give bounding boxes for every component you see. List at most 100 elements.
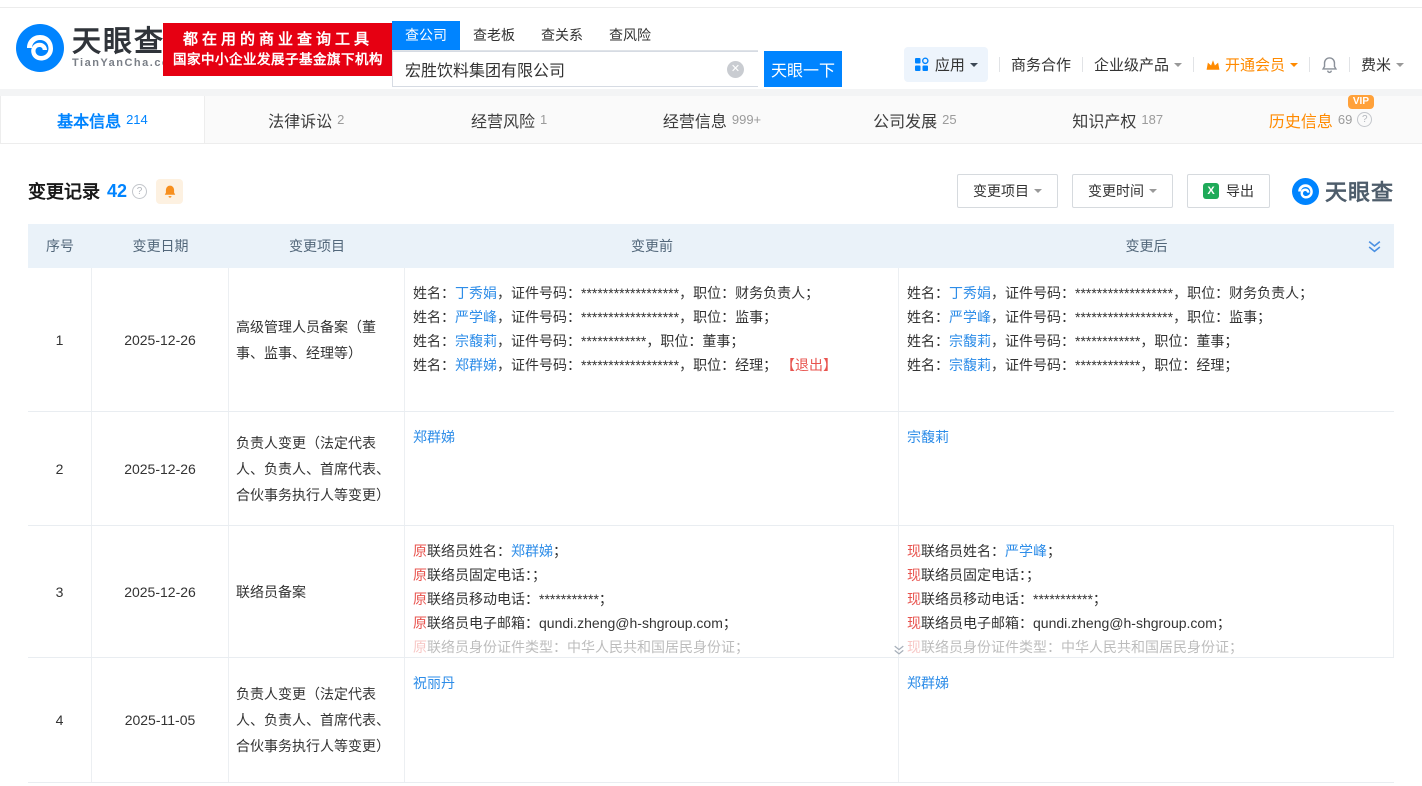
person-link[interactable]: 宗馥莉 bbox=[907, 429, 949, 445]
search-input[interactable] bbox=[392, 51, 758, 87]
tab-label: 经营风险 bbox=[471, 108, 535, 132]
user-name: 费米 bbox=[1361, 54, 1391, 75]
person-link[interactable]: 严学峰 bbox=[1005, 543, 1047, 559]
tianyancha-logo-icon bbox=[16, 24, 64, 72]
change-line: 郑群娣 bbox=[907, 671, 1366, 695]
table-body: 12025-12-26高级管理人员备案（董事、监事、经理等）姓名：丁秀娟，证件号… bbox=[28, 268, 1394, 783]
change-text: 姓名： bbox=[907, 309, 949, 325]
red-accent-text: 原 bbox=[413, 543, 427, 559]
watermark-logo: 天眼查 bbox=[1292, 175, 1394, 207]
watermark-text: 天眼查 bbox=[1325, 175, 1394, 207]
bell-icon bbox=[163, 184, 177, 199]
divider bbox=[999, 57, 1000, 72]
cell-change-item: 联络员备案 bbox=[229, 526, 405, 657]
search-tab-boss[interactable]: 查老板 bbox=[460, 21, 528, 50]
change-text: 姓名： bbox=[907, 357, 949, 373]
cell-after: 现联络员姓名：严学峰；现联络员固定电话：；现联络员移动电话：**********… bbox=[899, 526, 1394, 657]
person-link[interactable]: 郑群娣 bbox=[413, 429, 455, 445]
tab-company-development[interactable]: 公司发展 25 bbox=[813, 96, 1016, 143]
person-link[interactable]: 郑群娣 bbox=[907, 675, 949, 691]
search-tabs: 查公司 查老板 查关系 查风险 bbox=[392, 21, 758, 51]
person-link[interactable]: 宗馥莉 bbox=[455, 333, 497, 349]
cell-before: 祝丽丹 bbox=[405, 658, 899, 782]
apps-button[interactable]: 应用 bbox=[904, 47, 988, 82]
search-tab-company[interactable]: 查公司 bbox=[392, 21, 460, 50]
expand-row-icon[interactable] bbox=[893, 644, 906, 656]
site-logo[interactable]: 天眼查 TianYanCha.com bbox=[16, 24, 181, 72]
change-line: 姓名：郑群娣，证件号码：******************，职位：经理； 【退… bbox=[413, 353, 870, 377]
person-link[interactable]: 郑群娣 bbox=[455, 357, 497, 373]
table-row: 32025-12-26联络员备案原联络员姓名：郑群娣；原联络员固定电话：；原联络… bbox=[28, 526, 1394, 658]
tab-intellectual-property[interactable]: 知识产权 187 bbox=[1016, 96, 1219, 143]
person-link[interactable]: 丁秀娟 bbox=[949, 285, 991, 301]
promo-banner: 都在用的商业查询工具 国家中小企业发展子基金旗下机构 bbox=[163, 23, 393, 76]
clear-icon[interactable]: ✕ bbox=[727, 61, 744, 78]
cell-change-item: 负责人变更（法定代表人、负责人、首席代表、合伙事务执行人等变更） bbox=[229, 658, 405, 782]
search-tab-risk[interactable]: 查风险 bbox=[596, 21, 664, 50]
divider bbox=[1309, 57, 1310, 72]
person-link[interactable]: 宗馥莉 bbox=[949, 357, 991, 373]
table-row: 22025-12-26负责人变更（法定代表人、负责人、首席代表、合伙事务执行人等… bbox=[28, 412, 1394, 526]
excel-icon: X bbox=[1203, 183, 1219, 199]
help-icon[interactable]: ? bbox=[132, 184, 147, 199]
change-line: 现联络员固定电话：； bbox=[907, 563, 1365, 587]
cell-after: 姓名：丁秀娟，证件号码：******************，职位：财务负责人；… bbox=[899, 268, 1394, 411]
bell-icon[interactable] bbox=[1321, 56, 1338, 74]
cell-index: 3 bbox=[28, 526, 92, 657]
tab-label: 知识产权 bbox=[1072, 108, 1136, 132]
cell-date: 2025-12-26 bbox=[92, 268, 229, 411]
person-link[interactable]: 郑群娣 bbox=[511, 543, 553, 559]
divider bbox=[1349, 57, 1350, 72]
export-label: 导出 bbox=[1226, 181, 1254, 201]
nav-item-enterprise[interactable]: 企业级产品 bbox=[1094, 54, 1182, 75]
tab-count: 1 bbox=[540, 112, 547, 127]
help-icon[interactable]: ? bbox=[1357, 112, 1372, 127]
nav-item-membership[interactable]: 开通会员 bbox=[1205, 54, 1298, 75]
user-menu[interactable]: 费米 bbox=[1361, 54, 1404, 75]
change-line: 祝丽丹 bbox=[413, 671, 870, 695]
chevron-down-icon bbox=[1174, 63, 1182, 71]
tab-count: 2 bbox=[337, 112, 344, 127]
tab-operating-info[interactable]: 经营信息 999+ bbox=[611, 96, 814, 143]
cell-index: 1 bbox=[28, 268, 92, 411]
tab-basic-info[interactable]: 基本信息 214 bbox=[0, 96, 205, 143]
red-accent-text: 原 bbox=[413, 567, 427, 583]
page-tabstrip: 基本信息 214 法律诉讼 2 经营风险 1 经营信息 999+ 公司发展 25… bbox=[0, 89, 1422, 144]
cell-before: 姓名：丁秀娟，证件号码：******************，职位：财务负责人；… bbox=[405, 268, 899, 411]
change-text: ，证件号码：******************，职位：监事； bbox=[991, 309, 1271, 325]
divider bbox=[1193, 57, 1194, 72]
tab-label: 历史信息 bbox=[1269, 108, 1333, 132]
tab-label: 经营信息 bbox=[663, 108, 727, 132]
change-line: 姓名：宗馥莉，证件号码：************，职位：董事； bbox=[907, 329, 1366, 353]
change-text: ，证件号码：******************，职位：监事； bbox=[497, 309, 777, 325]
person-link[interactable]: 严学峰 bbox=[949, 309, 991, 325]
cell-date: 2025-12-26 bbox=[92, 526, 229, 657]
change-line: 姓名：严学峰，证件号码：******************，职位：监事； bbox=[907, 305, 1366, 329]
filter-change-item-button[interactable]: 变更项目 bbox=[957, 174, 1058, 208]
tab-count: 214 bbox=[126, 112, 148, 127]
tab-operating-risk[interactable]: 经营风险 1 bbox=[408, 96, 611, 143]
tab-legal[interactable]: 法律诉讼 2 bbox=[205, 96, 408, 143]
person-link[interactable]: 宗馥莉 bbox=[949, 333, 991, 349]
nav-item-cooperation[interactable]: 商务合作 bbox=[1011, 54, 1071, 75]
change-line: 姓名：宗馥莉，证件号码：************，职位：董事； bbox=[413, 329, 870, 353]
cell-before: 郑群娣 bbox=[405, 412, 899, 525]
person-link[interactable]: 严学峰 bbox=[455, 309, 497, 325]
expand-all-icon[interactable] bbox=[1367, 239, 1382, 257]
change-text: 姓名： bbox=[907, 333, 949, 349]
section-header: 变更记录 42 ? 变更项目 变更时间 X 导出 bbox=[28, 174, 1394, 208]
person-link[interactable]: 祝丽丹 bbox=[413, 675, 455, 691]
search-button[interactable]: 天眼一下 bbox=[764, 51, 842, 87]
person-link[interactable]: 丁秀娟 bbox=[455, 285, 497, 301]
change-record-table: 序号 变更日期 变更项目 变更前 变更后 12025-12-26高级管理人员备案… bbox=[28, 224, 1394, 783]
cell-index: 2 bbox=[28, 412, 92, 525]
export-button[interactable]: X 导出 bbox=[1187, 174, 1270, 208]
search-tab-relation[interactable]: 查关系 bbox=[528, 21, 596, 50]
change-text: 姓名： bbox=[413, 333, 455, 349]
tab-history-info[interactable]: VIP 历史信息 69 ? bbox=[1219, 96, 1422, 143]
monitor-bell-button[interactable] bbox=[156, 179, 183, 204]
change-text: 联络员电子邮箱：qundi.zheng@h-shgroup.com； bbox=[921, 615, 1231, 631]
apps-label: 应用 bbox=[935, 54, 965, 75]
nav-item-membership-label: 开通会员 bbox=[1225, 54, 1285, 75]
filter-change-time-button[interactable]: 变更时间 bbox=[1072, 174, 1173, 208]
